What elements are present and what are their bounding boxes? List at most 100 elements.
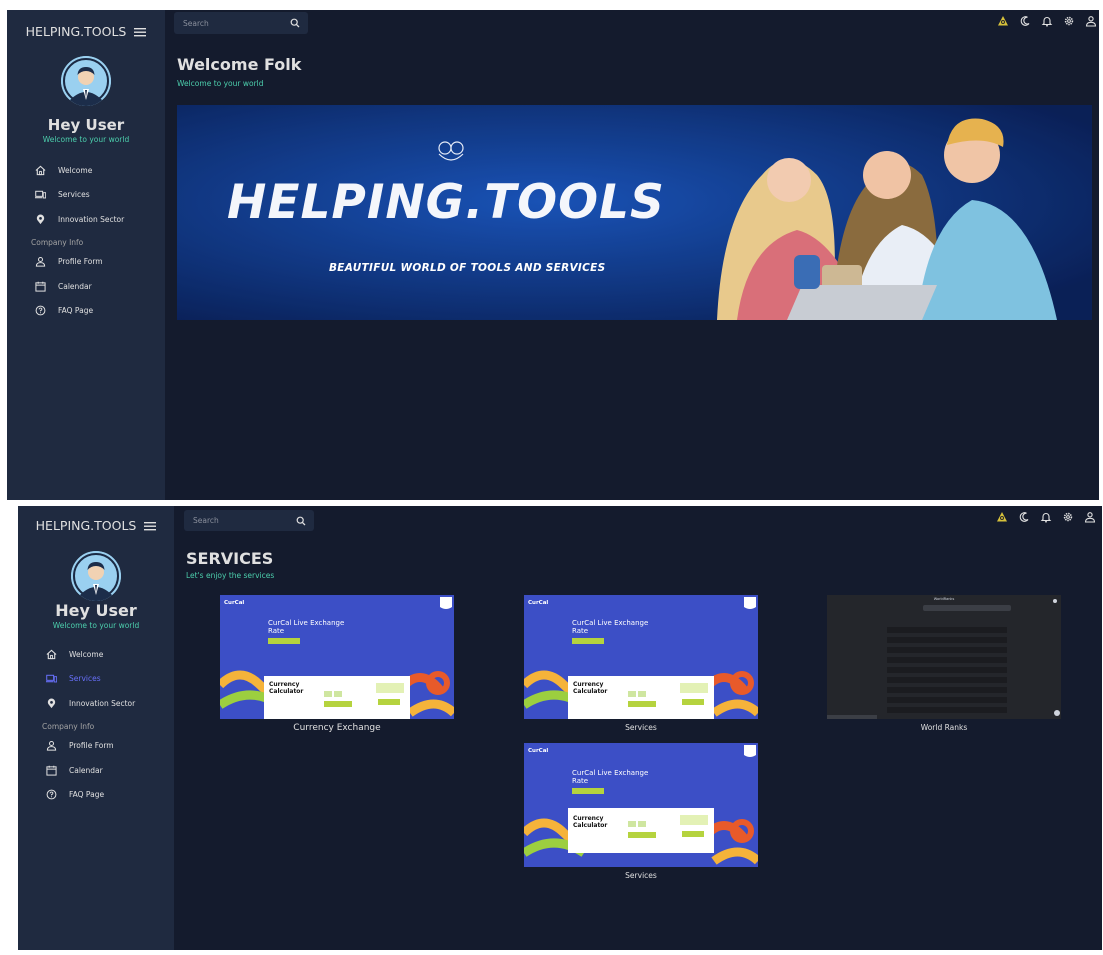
sidebar: HELPING.TOOLS Hey User Welcome to your w…: [18, 506, 174, 950]
search-bar[interactable]: Search: [184, 510, 314, 531]
card-brand: CurCal: [528, 748, 549, 754]
person-icon: [46, 741, 57, 751]
brand-row: HELPING.TOOLS: [7, 24, 165, 39]
card-headline: CurCal Live Exchange Rate: [572, 619, 649, 635]
sidebar-item-label: Calendar: [69, 765, 103, 775]
menu-icon[interactable]: [134, 27, 147, 37]
card-label[interactable]: World Ranks: [827, 723, 1061, 732]
search-input[interactable]: Search: [193, 516, 219, 525]
card-brand: CurCal: [528, 600, 549, 606]
page-subtitle: Welcome to your world: [177, 79, 264, 88]
sidebar-item-innovation-sector[interactable]: Innovation Sector: [18, 691, 174, 716]
sidebar-item-profile-form[interactable]: Profile Form: [18, 734, 174, 759]
user-greeting: Hey User: [47, 116, 125, 134]
home-icon: [35, 165, 46, 175]
card-thumbnail[interactable]: CurCal CurCal Live Exchange Rate Currenc…: [220, 595, 454, 719]
page-title: SERVICES: [186, 549, 274, 568]
help-icon: [46, 789, 57, 800]
settings-icon[interactable]: [1063, 15, 1075, 27]
service-card-world-ranks[interactable]: WorldRanks World Ranks: [827, 595, 1061, 735]
moon-icon[interactable]: [1019, 15, 1031, 27]
calendar-icon: [46, 765, 57, 776]
sidebar-item-label: Welcome: [58, 165, 93, 175]
avatar-icon: [61, 56, 111, 106]
sidebar-item-label: Welcome: [69, 649, 104, 659]
search-icon[interactable]: [296, 516, 306, 526]
avatar-icon: [71, 551, 121, 601]
brand-row: HELPING.TOOLS: [18, 518, 174, 533]
topbar-icons: [996, 511, 1096, 523]
card-thumbnail[interactable]: WorldRanks: [827, 595, 1061, 719]
sidebar-item-label: Innovation Sector: [69, 698, 136, 708]
search-input[interactable]: Search: [183, 19, 209, 28]
user-subtitle: Welcome to your world: [52, 621, 140, 630]
sidebar-item-faq-page[interactable]: FAQ Page: [18, 783, 174, 808]
screenshot-services: HELPING.TOOLS Hey User Welcome to your w…: [18, 506, 1102, 950]
help-icon: [35, 305, 46, 316]
sidebar-item-welcome[interactable]: Welcome: [18, 642, 174, 667]
globe-pin-icon[interactable]: [997, 15, 1009, 27]
card-calculator-title: Currency Calculator: [573, 815, 608, 829]
profile-icon[interactable]: [1084, 511, 1096, 523]
sidebar-item-welcome[interactable]: Welcome: [7, 158, 165, 183]
card-brand: WorldRanks: [933, 597, 955, 601]
search-bar[interactable]: Search: [174, 12, 308, 34]
nav-section-title: Company Info: [42, 721, 95, 731]
card-label[interactable]: Services: [524, 871, 758, 880]
sidebar-item-calendar[interactable]: Calendar: [18, 758, 174, 783]
bell-icon[interactable]: [1040, 511, 1052, 523]
hero-banner: HELPING.TOOLS BEAUTIFUL WORLD OF TOOLS A…: [177, 105, 1092, 320]
card-label[interactable]: Services: [524, 723, 758, 732]
card-headline: CurCal Live Exchange Rate: [268, 619, 345, 635]
card-thumbnail[interactable]: CurCal CurCal Live Exchange Rate Currenc…: [524, 595, 758, 719]
calendar-icon: [35, 281, 46, 292]
card-thumbnail[interactable]: CurCal CurCal Live Exchange Rate Currenc…: [524, 743, 758, 867]
search-icon[interactable]: [290, 18, 300, 28]
menu-icon[interactable]: [144, 521, 157, 531]
map-pin-icon: [47, 698, 56, 708]
sidebar-item-label: FAQ Page: [69, 790, 105, 800]
user-greeting: Hey User: [55, 601, 137, 620]
banner-tagline: BEAUTIFUL WORLD OF TOOLS AND SERVICES: [329, 262, 606, 274]
curcal-thumbnail-art: [524, 595, 758, 719]
curcal-thumbnail-art: [524, 743, 758, 867]
curcal-thumbnail-art: [220, 595, 454, 719]
card-calculator-title: Currency Calculator: [573, 681, 608, 695]
sidebar-item-innovation-sector[interactable]: Innovation Sector: [7, 207, 165, 232]
bell-icon[interactable]: [1041, 15, 1053, 27]
page-title: Welcome Folk: [177, 55, 302, 74]
sidebar-item-calendar[interactable]: Calendar: [7, 274, 165, 299]
settings-icon[interactable]: [1062, 511, 1074, 523]
sidebar-item-services[interactable]: Services: [7, 183, 165, 208]
home-icon: [46, 649, 57, 659]
sidebar-item-label: Services: [69, 674, 101, 684]
person-icon: [35, 257, 46, 267]
sidebar-item-label: Calendar: [58, 281, 92, 291]
avatar[interactable]: [61, 56, 111, 106]
service-card-services-2[interactable]: CurCal CurCal Live Exchange Rate Currenc…: [524, 743, 758, 883]
screenshot-welcome: HELPING.TOOLS Hey User Welcome to your w…: [7, 10, 1099, 500]
profile-icon[interactable]: [1085, 15, 1097, 27]
user-subtitle: Welcome to your world: [42, 135, 130, 144]
card-brand: CurCal: [224, 600, 245, 606]
sidebar-nav: Welcome Services Innovation Sector Compa…: [7, 158, 165, 323]
banner-title: HELPING.TOOLS: [227, 175, 665, 230]
globe-pin-icon[interactable]: [996, 511, 1008, 523]
card-headline: CurCal Live Exchange Rate: [572, 769, 649, 785]
avatar[interactable]: [71, 551, 121, 601]
brand-name: HELPING.TOOLS: [35, 518, 137, 533]
card-calculator-title: Currency Calculator: [269, 681, 304, 695]
sidebar-nav: Welcome Services Innovation Sector Compa…: [18, 642, 174, 807]
moon-icon[interactable]: [1018, 511, 1030, 523]
topbar-icons: [997, 15, 1097, 27]
sidebar-item-faq-page[interactable]: FAQ Page: [7, 299, 165, 324]
service-card-services[interactable]: CurCal CurCal Live Exchange Rate Currenc…: [524, 595, 758, 735]
sidebar-item-services[interactable]: Services: [18, 667, 174, 692]
worldranks-thumbnail-art: [827, 595, 1061, 719]
sidebar-item-profile-form[interactable]: Profile Form: [7, 250, 165, 275]
service-card-currency-exchange[interactable]: CurCal CurCal Live Exchange Rate Currenc…: [220, 595, 454, 743]
page-subtitle: Let's enjoy the services: [186, 571, 275, 580]
sidebar: HELPING.TOOLS Hey User Welcome to your w…: [7, 10, 165, 500]
brand-name: HELPING.TOOLS: [25, 24, 127, 39]
card-label[interactable]: Currency Exchange: [220, 723, 454, 733]
